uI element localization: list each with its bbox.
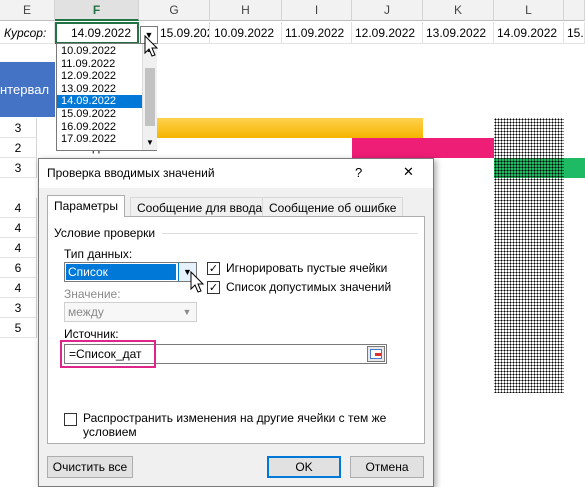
dropdown-option[interactable]: 12.09.2022: [57, 70, 142, 83]
close-icon[interactable]: ✕: [403, 164, 414, 180]
source-highlight: [60, 340, 156, 368]
tab-input-message[interactable]: Сообщение для ввода: [130, 197, 270, 217]
gantt-bar-orange: [150, 118, 423, 138]
chevron-down-icon: ▼: [182, 307, 192, 317]
date-header-k: 13.09.2022: [423, 22, 494, 44]
group-divider: [162, 233, 418, 234]
dropdown-option[interactable]: 10.09.2022: [57, 45, 142, 58]
data-type-label: Тип данных:: [64, 247, 133, 261]
row-value: 4: [0, 238, 37, 258]
date-dropdown-list[interactable]: 10.09.2022 11.09.2022 12.09.2022 13.09.2…: [56, 43, 157, 151]
dropdown-option[interactable]: 15.09.2022: [57, 108, 142, 121]
date-header-h: 10.09.2022: [210, 22, 282, 44]
row-value: 4: [0, 198, 37, 218]
col-header-I[interactable]: I: [282, 0, 352, 21]
dropdown-option[interactable]: 11.09.2022: [57, 58, 142, 71]
row-value: 6: [0, 258, 37, 278]
mouse-pointer-icon: [144, 35, 159, 57]
ignore-blank-checkbox[interactable]: ✓: [207, 262, 220, 275]
ok-button[interactable]: OK: [267, 456, 341, 478]
col-header-H[interactable]: H: [210, 0, 282, 21]
dropdown-list-checkbox[interactable]: ✓: [207, 281, 220, 294]
dropdown-list-label: Список допустимых значений: [226, 280, 392, 294]
dropdown-option[interactable]: 13.09.2022: [57, 83, 142, 96]
col-header-G[interactable]: G: [139, 0, 210, 21]
value-label: Значение:: [64, 287, 121, 301]
data-type-select[interactable]: Список ▼: [64, 262, 197, 282]
row-value: 5: [0, 318, 37, 338]
parameters-panel: Условие проверки Тип данных: Список ▼ ✓ …: [47, 216, 425, 444]
row-value: 4: [0, 278, 37, 298]
dropdown-option-selected[interactable]: 14.09.2022: [57, 95, 142, 108]
tab-error-message[interactable]: Сообщение об ошибке: [262, 197, 404, 217]
cursor-cell[interactable]: 14.09.2022: [55, 22, 139, 44]
help-button[interactable]: ?: [355, 165, 362, 180]
dialog-title: Проверка вводимых значений: [47, 166, 215, 180]
clear-all-button[interactable]: Очистить все: [47, 456, 133, 478]
col-header-L[interactable]: L: [494, 0, 564, 21]
date-header-l: 14.09.2022: [494, 22, 564, 44]
apply-all-label: Распространить изменения на другие ячейк…: [83, 411, 387, 439]
value-select: между ▼: [64, 302, 197, 322]
tab-parameters[interactable]: Параметры: [47, 195, 125, 217]
mouse-pointer-icon: [190, 271, 205, 293]
row-value: 3: [0, 298, 37, 318]
date-header-m: 15.09: [564, 22, 585, 44]
interval-header: нтервал: [0, 62, 55, 117]
col-header-J[interactable]: J: [352, 0, 423, 21]
apply-all-checkbox[interactable]: [64, 413, 77, 426]
cursor-label: Курсор:: [0, 22, 55, 44]
row-value: 3: [0, 158, 37, 178]
range-select-icon[interactable]: [367, 346, 385, 362]
dialog-titlebar[interactable]: Проверка вводимых значений ? ✕: [39, 159, 433, 188]
col-header-F[interactable]: F: [55, 0, 139, 21]
row-value: 4: [0, 218, 37, 238]
col-header-E[interactable]: E: [0, 0, 55, 21]
group-label: Условие проверки: [54, 226, 156, 240]
data-validation-dialog: Проверка вводимых значений ? ✕ Параметры…: [38, 158, 434, 487]
scroll-thumb[interactable]: [145, 68, 155, 126]
data-type-value: Список: [66, 264, 176, 280]
date-header-i: 11.09.2022: [282, 22, 352, 44]
value-select-text: между: [68, 305, 104, 319]
row-value: 2: [0, 138, 37, 158]
dropdown-option[interactable]: 17.09.2022: [57, 133, 142, 146]
source-label: Источник:: [64, 327, 119, 341]
cancel-button[interactable]: Отмена: [350, 456, 424, 478]
col-header-M[interactable]: [564, 0, 585, 21]
date-header-j: 12.09.2022: [352, 22, 423, 44]
row-value: 3: [0, 118, 37, 138]
ignore-blank-label: Игнорировать пустые ячейки: [226, 261, 388, 275]
dropdown-scrollbar[interactable]: ▲ ▼: [142, 44, 157, 150]
dropdown-option[interactable]: 16.09.2022: [57, 121, 142, 134]
col-header-K[interactable]: K: [423, 0, 494, 21]
gantt-bar-pink: [352, 138, 494, 158]
scroll-down-icon[interactable]: ▼: [146, 138, 154, 147]
today-column-marker: [494, 118, 564, 393]
